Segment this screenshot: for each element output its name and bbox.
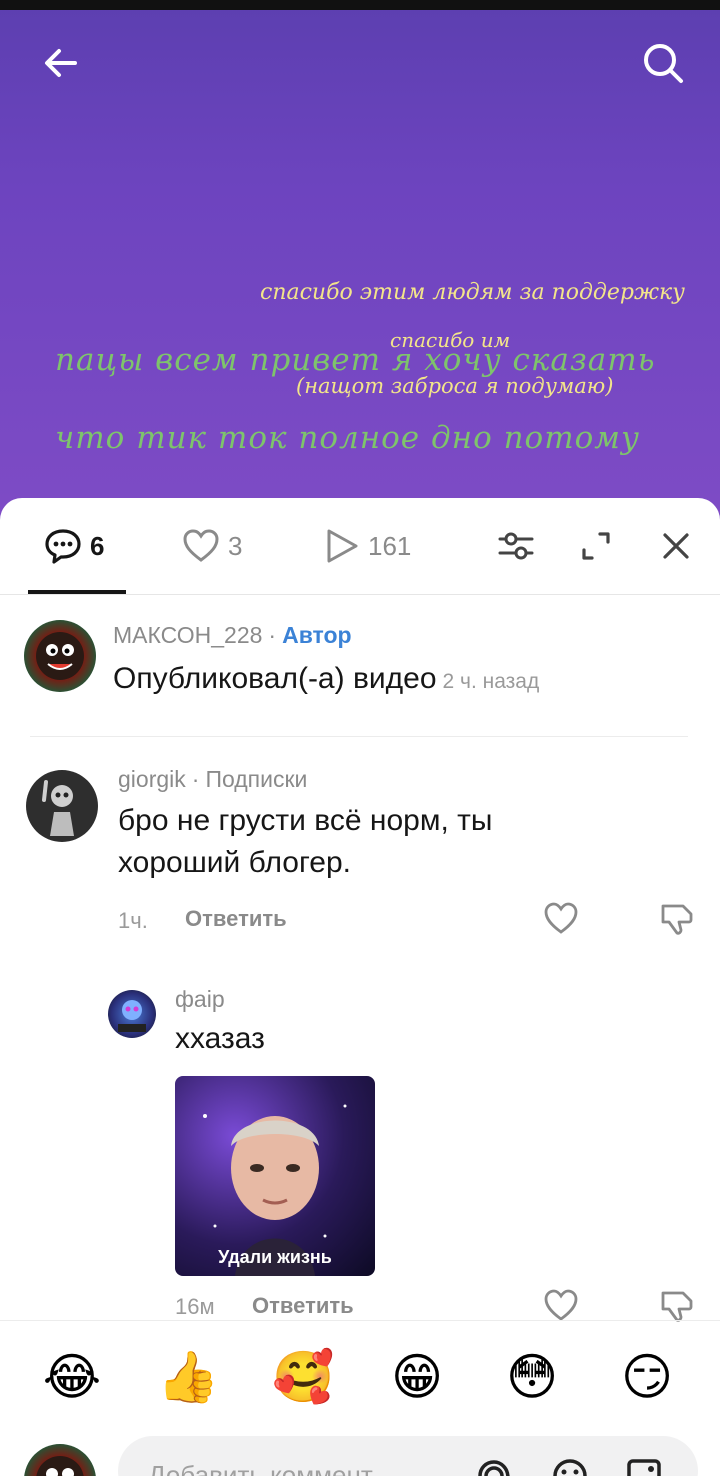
- comment-text: Опубликовал(-а) видео 2 ч. назад: [113, 658, 539, 703]
- filter-button[interactable]: [496, 526, 536, 566]
- author-badge: Автор: [282, 622, 352, 648]
- reply-body: ххазаз: [175, 1022, 265, 1055]
- heart-icon: [544, 1289, 578, 1321]
- separator-dot: ·: [268, 622, 277, 648]
- thumbs-down-icon: [661, 1291, 693, 1322]
- comment-icon: [45, 529, 81, 564]
- expand-button[interactable]: [576, 526, 616, 566]
- tab-likes[interactable]: 3: [182, 526, 242, 566]
- heart-icon: [183, 529, 219, 562]
- thumbs-down-icon: [661, 904, 693, 935]
- image-icon[interactable]: [624, 1456, 664, 1476]
- close-button[interactable]: [656, 526, 696, 566]
- username[interactable]: МАКСОН_228: [113, 622, 262, 648]
- avatar-face-icon: [36, 1456, 84, 1476]
- active-tab-indicator: [28, 590, 126, 594]
- video-player[interactable]: [0, 0, 720, 540]
- username[interactable]: giorgik: [118, 766, 186, 792]
- tab-views[interactable]: 161: [324, 526, 411, 566]
- avatar-face-icon: [36, 632, 84, 680]
- arrow-left-icon: [45, 49, 77, 77]
- comment-input-row: Добавить коммент...: [0, 1432, 720, 1476]
- sticker-caption: Удали жизнь: [218, 1247, 332, 1267]
- video-caption-line: пацы всем привет я хочу сказать: [55, 342, 656, 378]
- comment-input-placeholder: Добавить коммент...: [148, 1460, 392, 1476]
- search-button[interactable]: [638, 38, 688, 88]
- emoji-smirk[interactable]: 😏: [617, 1347, 677, 1407]
- comments-count: 6: [90, 530, 105, 561]
- comment-username[interactable]: МАКСОН_228 · Автор: [113, 622, 352, 649]
- divider: [30, 736, 688, 737]
- views-count: 161: [368, 530, 412, 561]
- emoji-quick-bar: 😂 👍 🥰 😁 😳 😏: [0, 1320, 720, 1433]
- sliders-icon: [498, 532, 534, 560]
- play-icon: [327, 529, 358, 563]
- comment-body: Опубликовал(-а) видео: [113, 662, 437, 695]
- likes-count: 3: [228, 530, 243, 561]
- comment-time: 1ч.: [118, 908, 148, 933]
- current-user-avatar: [24, 1444, 96, 1476]
- video-caption-line: (нащот заброса я подумаю): [296, 374, 614, 398]
- video-caption-line: что тик ток полное дно потому: [55, 420, 640, 456]
- separator-dot: ·: [191, 766, 200, 792]
- emoji-grin[interactable]: 😁: [387, 1347, 447, 1407]
- character-avatar-icon: [118, 1000, 146, 1032]
- comment-time: 2 ч. назад: [442, 670, 540, 693]
- reply-sticker-image[interactable]: Удали жизнь: [175, 1076, 375, 1276]
- emoji-thumbs-up[interactable]: 👍: [157, 1347, 219, 1407]
- portrait-image: [203, 1104, 347, 1276]
- dislike-comment-button[interactable]: [657, 898, 697, 938]
- emoji-joy[interactable]: 😂: [42, 1347, 102, 1407]
- emoji-flushed[interactable]: 😳: [502, 1347, 562, 1407]
- status-bar: [0, 0, 720, 10]
- like-comment-button[interactable]: [541, 1285, 581, 1325]
- emoji-smiling-hearts[interactable]: 🥰: [272, 1347, 334, 1407]
- tab-comments[interactable]: 6: [44, 526, 104, 566]
- skeleton-avatar-icon: [42, 780, 74, 836]
- video-caption-line: спасибо этим людям за поддержку: [260, 280, 685, 305]
- expand-icon: [582, 532, 610, 560]
- comment-input[interactable]: Добавить коммент...: [118, 1436, 698, 1476]
- comment-body: бро не грусти всё норм, ты хороший блоге…: [118, 804, 493, 879]
- reply-button[interactable]: Ответить: [185, 906, 287, 932]
- reply-username[interactable]: фаір: [175, 986, 225, 1013]
- commenter-avatar[interactable]: [26, 770, 98, 842]
- author-avatar[interactable]: [24, 620, 96, 692]
- back-button[interactable]: [36, 38, 86, 88]
- comments-sheet: 6 3 161 МАКСОН_228 · Автор Опубликовал(-…: [0, 498, 720, 1476]
- tab-bar: 6 3 161: [0, 498, 720, 595]
- reply-avatar[interactable]: [108, 990, 156, 1038]
- comment-username[interactable]: giorgik · Подписки: [118, 766, 307, 793]
- like-comment-button[interactable]: [541, 898, 581, 938]
- relation-badge: Подписки: [205, 766, 308, 792]
- reply-button[interactable]: Ответить: [252, 1293, 354, 1319]
- reply-time: 16м: [175, 1294, 215, 1319]
- close-icon: [663, 533, 689, 559]
- dislike-comment-button[interactable]: [657, 1285, 697, 1325]
- mention-icon[interactable]: [474, 1456, 514, 1476]
- search-icon: [644, 44, 683, 83]
- heart-icon: [544, 902, 578, 934]
- emoji-icon[interactable]: [550, 1456, 590, 1476]
